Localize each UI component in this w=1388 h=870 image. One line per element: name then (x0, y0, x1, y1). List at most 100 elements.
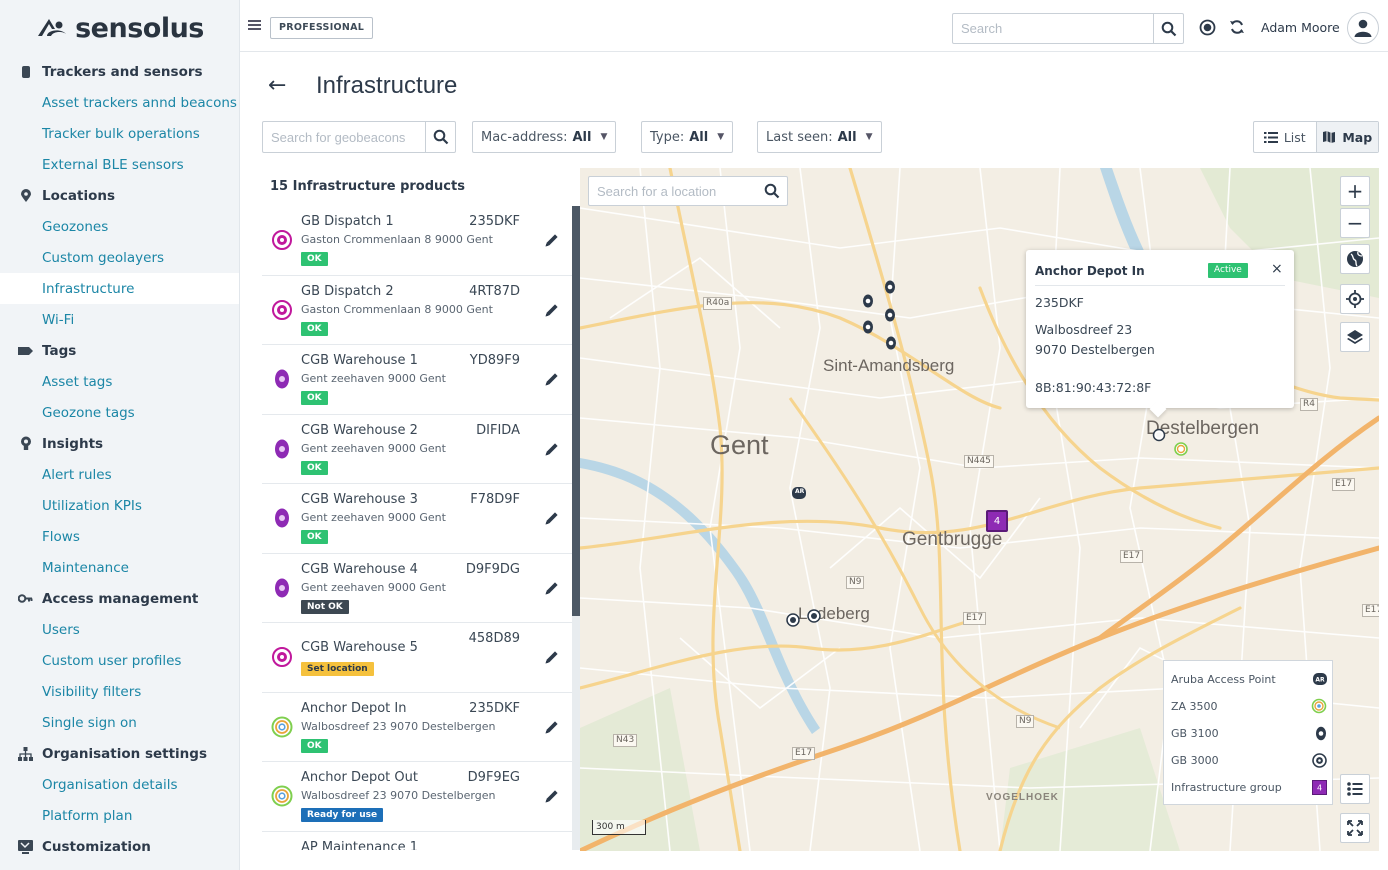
sidebar-item-custom-user-profiles[interactable]: Custom user profiles (0, 645, 239, 676)
list-item[interactable]: Anchor Depot In 235DKF Walbosdreef 23 9070… (262, 692, 580, 762)
user-name[interactable]: Adam Moore (1261, 20, 1340, 35)
gb3100-marker-icon[interactable] (861, 320, 875, 334)
menu-icon[interactable] (248, 20, 261, 30)
list-item[interactable]: AP Maintenance 1 (262, 831, 580, 850)
product-code: 235DKF (469, 700, 520, 716)
sidebar-item-custom-geolayers[interactable]: Custom geolayers (0, 242, 239, 273)
edit-pencil-icon[interactable] (544, 232, 560, 248)
gb3100-marker-icon[interactable] (883, 280, 897, 294)
fullscreen-button[interactable] (1340, 813, 1370, 843)
zoom-out-button[interactable]: − (1340, 208, 1370, 238)
org-chart-icon (18, 746, 33, 761)
edit-pencil-icon[interactable] (544, 580, 560, 596)
global-search-button[interactable] (1153, 14, 1183, 43)
geobeacon-search-button[interactable] (425, 122, 455, 152)
sidebar-item-geozone-tags[interactable]: Geozone tags (0, 397, 239, 428)
sidebar-item-flows[interactable]: Flows (0, 521, 239, 552)
popup-close-icon[interactable]: × (1271, 261, 1283, 277)
locate-button[interactable] (1340, 284, 1370, 314)
status-badge: Set location (301, 662, 374, 676)
gb3000-marker-icon[interactable] (786, 613, 800, 627)
za3500-marker-icon[interactable] (1152, 428, 1166, 442)
edit-pencil-icon[interactable] (544, 719, 560, 735)
last-seen-filter[interactable]: Last seen: All ▼ (757, 121, 882, 153)
geobeacon-icon[interactable] (1198, 18, 1216, 36)
list-item[interactable]: CGB Warehouse 4 D9F9DG Gent zeehaven 9000 … (262, 553, 580, 623)
sidebar-item-utilization-kpis[interactable]: Utilization KPIs (0, 490, 239, 521)
za3500-marker-icon[interactable] (1174, 442, 1188, 456)
sidebar-item-platform-plan[interactable]: Platform plan (0, 800, 239, 831)
list-icon (1263, 131, 1278, 143)
mac-address-filter[interactable]: Mac-address: All ▼ (472, 121, 617, 153)
refresh-icon[interactable] (1228, 18, 1246, 36)
map[interactable]: Gent Sint-Amandsberg Destelbergen Gentbr… (580, 168, 1379, 851)
sidebar-section-insights[interactable]: Insights (0, 428, 239, 459)
geobeacon-search-input[interactable] (263, 122, 425, 152)
edit-pencil-icon[interactable] (544, 371, 560, 387)
product-name: Anchor Depot In (301, 700, 407, 716)
sidebar-item-tracker-bulk-operations[interactable]: Tracker bulk operations (0, 118, 239, 149)
edit-pencil-icon[interactable] (544, 510, 560, 526)
sidebar-item-visibility-filters[interactable]: Visibility filters (0, 676, 239, 707)
sidebar-section-locations[interactable]: Locations (0, 180, 239, 211)
product-code: DIFIDA (476, 422, 520, 438)
sidebar-item-asset-trackers-annd-beacons[interactable]: Asset trackers annd beacons (0, 87, 239, 118)
sidebar-item-geozones[interactable]: Geozones (0, 211, 239, 242)
map-location-search-input[interactable] (589, 177, 757, 205)
gb3000-marker-icon[interactable] (807, 609, 821, 623)
global-search-input[interactable] (953, 14, 1153, 43)
sidebar-item-external-ble-sensors[interactable]: External BLE sensors (0, 149, 239, 180)
status-badge: OK (301, 252, 328, 266)
sidebar-section-customization[interactable]: Customization (0, 831, 239, 862)
edit-pencil-icon[interactable] (544, 441, 560, 457)
type-filter[interactable]: Type: All ▼ (641, 121, 734, 153)
edit-pencil-icon[interactable] (544, 649, 560, 665)
infrastructure-group-marker[interactable]: 4 (986, 510, 1008, 532)
edit-pencil-icon[interactable] (544, 302, 560, 318)
gb3100-marker-icon[interactable] (883, 308, 897, 322)
zoom-in-button[interactable]: + (1340, 176, 1370, 206)
sidebar-item-organisation-details[interactable]: Organisation details (0, 769, 239, 800)
place-sint-amandsberg: Sint-Amandsberg (823, 356, 955, 375)
globe-button[interactable] (1340, 244, 1370, 274)
sidebar-section-access-management[interactable]: Access management (0, 583, 239, 614)
sidebar-item-single-sign-on[interactable]: Single sign on (0, 707, 239, 738)
sidebar-item-asset-tags[interactable]: Asset tags (0, 366, 239, 397)
lightbulb-icon (18, 436, 33, 451)
list-item[interactable]: CGB Warehouse 3 F78D9F Gent zeehaven 9000 … (262, 484, 580, 554)
plan-badge: PROFESSIONAL (270, 17, 374, 39)
list-view-button[interactable]: List (1254, 122, 1316, 152)
list-scrollbar[interactable] (572, 206, 580, 850)
edit-pencil-icon[interactable] (544, 788, 560, 804)
gb3000-icon (271, 229, 293, 251)
map-location-search-button[interactable] (757, 177, 787, 205)
sidebar-section-trackers-and-sensors[interactable]: Trackers and sensors (0, 56, 239, 87)
gb3100-marker-icon[interactable] (861, 294, 875, 308)
gb3100-marker-icon[interactable] (884, 336, 898, 350)
back-arrow-icon[interactable]: ← (268, 73, 286, 98)
list-scrollbar-thumb[interactable] (572, 206, 580, 616)
list-item[interactable]: GB Dispatch 1 235DKF Gaston Crommenlaan 8 … (262, 206, 580, 276)
sidebar-section-tags[interactable]: Tags (0, 335, 239, 366)
logo[interactable]: sensolus (0, 0, 239, 56)
layers-button[interactable] (1340, 322, 1370, 352)
list-item[interactable]: GB Dispatch 2 4RT87D Gaston Crommenlaan 8 … (262, 275, 580, 345)
sidebar-item-maintenance[interactable]: Maintenance (0, 552, 239, 583)
list-item[interactable]: CGB Warehouse 5 458D89 Set location (262, 623, 580, 693)
legend-toggle-button[interactable] (1340, 774, 1370, 804)
sidebar-section-organisation-settings[interactable]: Organisation settings (0, 738, 239, 769)
map-view-button[interactable]: Map (1315, 122, 1378, 152)
sidebar-item-infrastructure[interactable]: Infrastructure (0, 273, 239, 304)
list-item[interactable]: Anchor Depot Out D9F9EG Walbosdreef 23 907… (262, 762, 580, 832)
sidebar-item-default-landing-page[interactable]: Default landing page (0, 862, 239, 870)
sidebar-item-wi-fi[interactable]: Wi-Fi (0, 304, 239, 335)
global-search (952, 13, 1184, 44)
list-item[interactable]: CGB Warehouse 1 YD89F9 Gent zeehaven 9000 … (262, 345, 580, 415)
list-item[interactable]: CGB Warehouse 2 DIFIDA Gent zeehaven 9000 … (262, 414, 580, 484)
product-name: GB Dispatch 1 (301, 214, 394, 229)
sidebar-item-users[interactable]: Users (0, 614, 239, 645)
gb3000-icon (1312, 752, 1327, 768)
avatar[interactable] (1347, 12, 1379, 44)
product-address: Gent zeehaven 9000 Gent (301, 580, 446, 594)
sidebar-item-alert-rules[interactable]: Alert rules (0, 459, 239, 490)
